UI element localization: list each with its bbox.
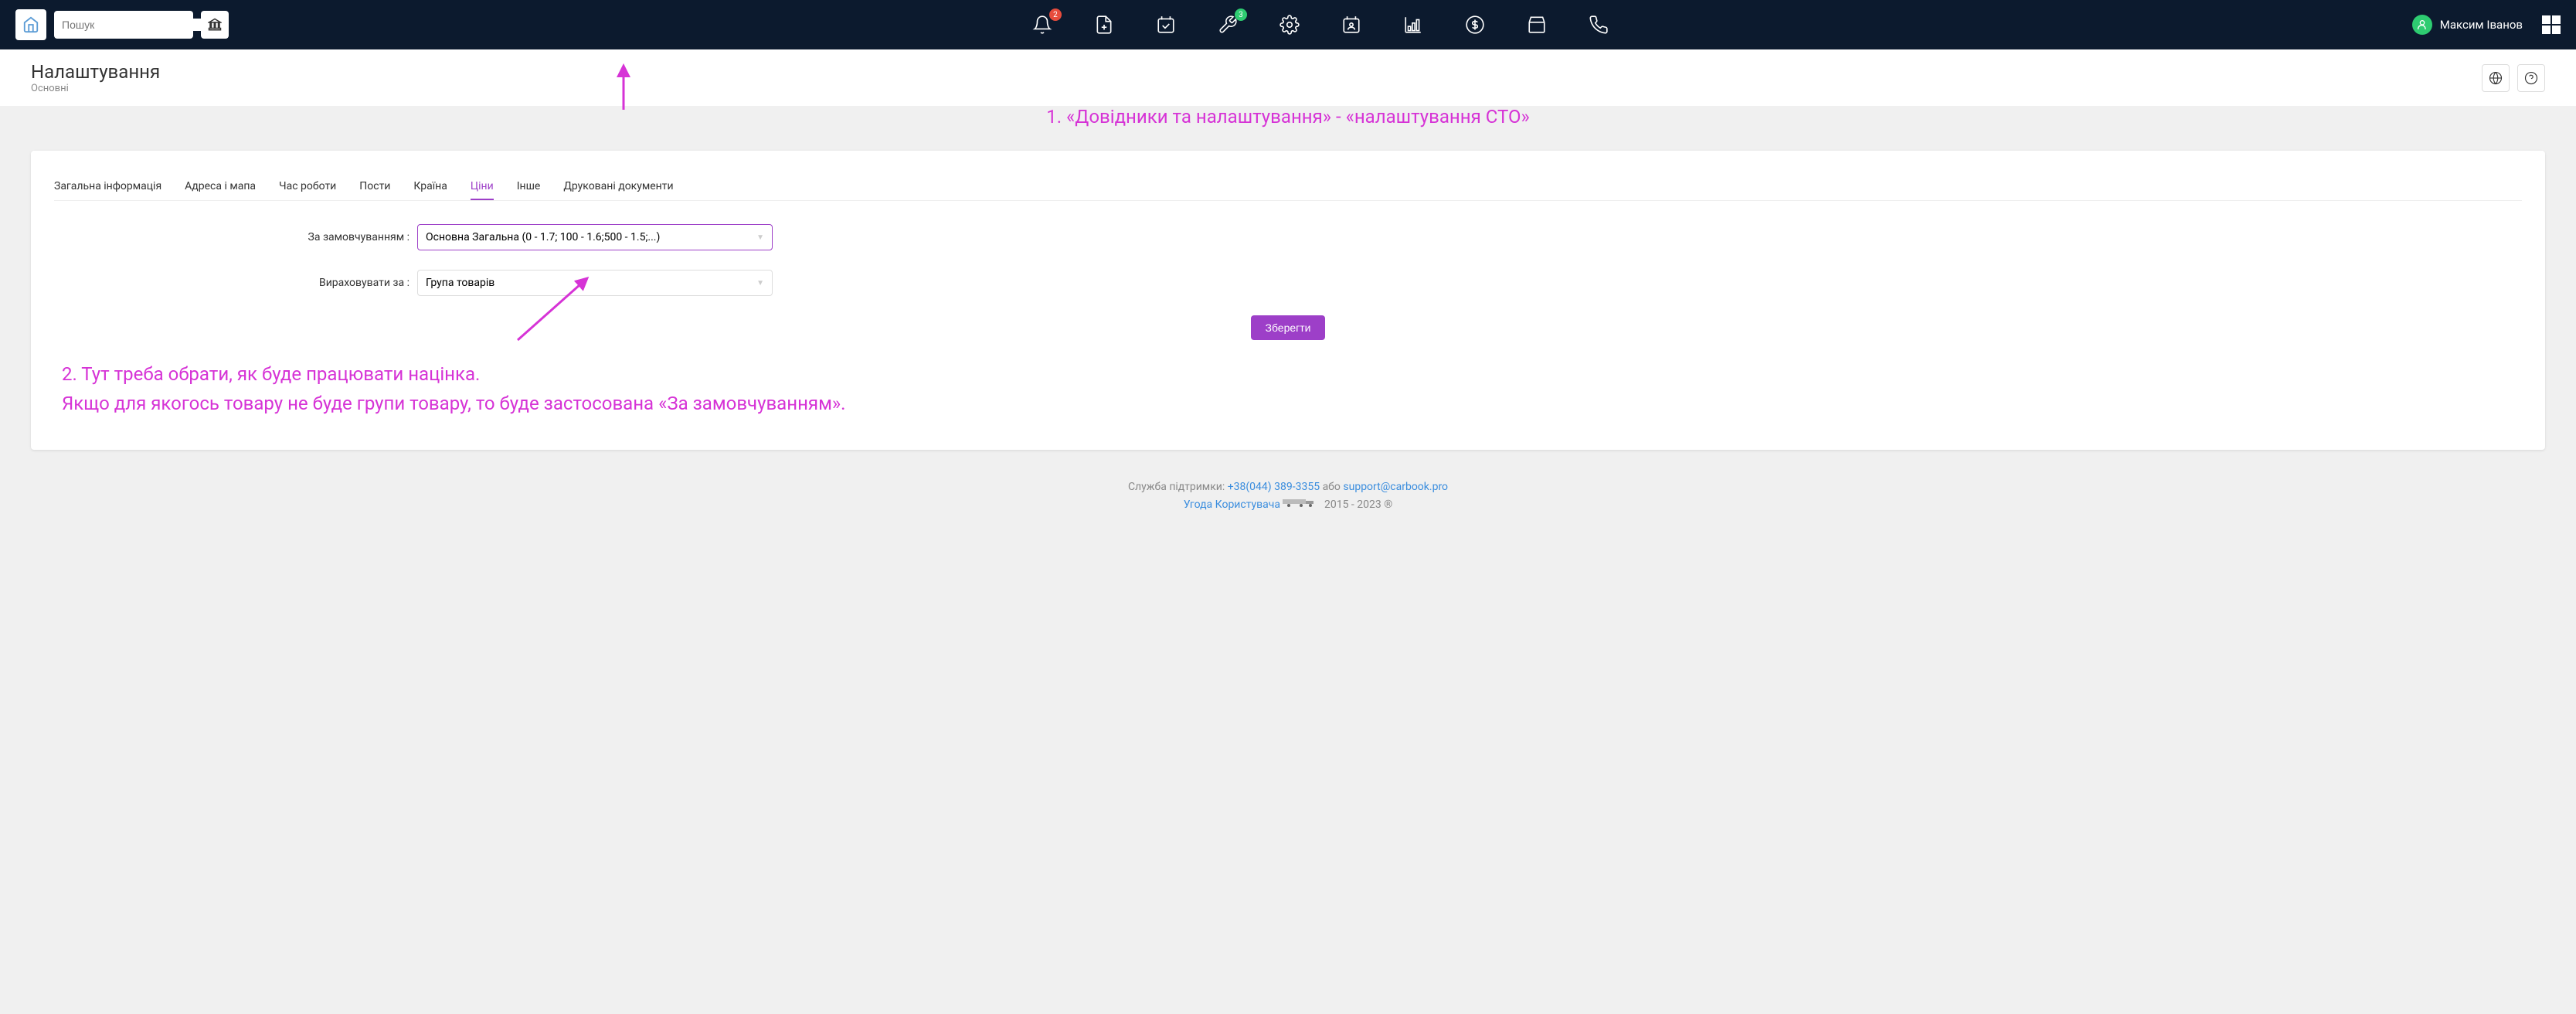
nav-shop[interactable] [1525, 13, 1548, 36]
main-card: Загальна інформація Адреса і мапа Час ро… [31, 151, 2545, 450]
tab-posts[interactable]: Пости [359, 174, 390, 200]
file-plus-icon [1094, 15, 1114, 35]
nav-settings[interactable] [1278, 13, 1301, 36]
nav-reports[interactable] [1402, 13, 1425, 36]
user-name: Максим Іванов [2440, 18, 2523, 32]
gear-icon [1280, 15, 1300, 35]
search-box[interactable] [54, 11, 193, 39]
subheader: Налаштування Основні [0, 49, 2576, 106]
annotation-arrow-2 [510, 271, 603, 348]
or-label: або [1323, 481, 1344, 493]
avatar [2412, 15, 2432, 35]
nav-icons: 2 3 [236, 13, 2404, 36]
nav-money[interactable] [1463, 13, 1487, 36]
home-icon [22, 16, 39, 33]
tab-other[interactable]: Інше [517, 174, 541, 200]
footer: Служба підтримки: +38(044) 389-3355 або … [0, 465, 2576, 526]
default-select-value: Основна Загальна (0 - 1.7; 100 - 1.6;500… [426, 231, 660, 243]
form-row-default: За замовчуванням Основна Загальна (0 - 1… [54, 224, 2522, 250]
calc-select-value: Група товарів [426, 277, 494, 289]
tab-prices[interactable]: Ціни [471, 174, 494, 200]
nav-new-doc[interactable] [1093, 13, 1116, 36]
help-button[interactable] [2517, 64, 2545, 92]
support-label: Служба підтримки: [1128, 481, 1228, 493]
tab-general[interactable]: Загальна інформація [54, 174, 161, 200]
bank-icon [208, 18, 222, 32]
tab-print[interactable]: Друковані документи [563, 174, 673, 200]
save-button[interactable]: Зберегти [1251, 315, 1324, 340]
dollar-icon [1465, 15, 1485, 35]
customer-calendar-icon [1341, 15, 1361, 35]
user-icon [2416, 19, 2428, 31]
support-email[interactable]: support@carbook.pro [1343, 481, 1448, 493]
bell-badge: 2 [1049, 9, 1062, 21]
home-button[interactable] [15, 9, 46, 40]
tab-country[interactable]: Країна [413, 174, 447, 200]
bank-button[interactable] [201, 11, 229, 39]
chevron-down-icon: ▼ [756, 233, 764, 242]
apps-button[interactable] [2542, 15, 2561, 34]
page-title: Налаштування [31, 61, 160, 83]
globe-button[interactable] [2482, 64, 2510, 92]
tab-hours[interactable]: Час роботи [279, 174, 336, 200]
search-input[interactable] [62, 19, 202, 31]
bell-icon [1032, 15, 1052, 35]
wrench-icon [1218, 15, 1238, 35]
page-subtitle: Основні [31, 83, 160, 94]
nav-wrench[interactable]: 3 [1216, 13, 1239, 36]
tab-address[interactable]: Адреса і мапа [185, 174, 256, 200]
phone-icon [1589, 15, 1609, 35]
form-row-calc: Вираховувати за Група товарів ▼ [54, 270, 2522, 296]
nav-customer[interactable] [1340, 13, 1363, 36]
annotation2-line2: Якщо для якогось товару не буде групи то… [62, 389, 2514, 418]
annotation-text-2: 2. Тут треба обрати, як буде працювати н… [54, 340, 2522, 427]
years-label: 2015 - 2023 ® [1324, 498, 1392, 511]
nav-bell[interactable]: 2 [1031, 13, 1054, 36]
wrench-badge: 3 [1235, 9, 1247, 21]
user-agreement-link[interactable]: Угода Користувача [1184, 498, 1280, 511]
truck-icon [1283, 498, 1324, 511]
user-section[interactable]: Максим Іванов [2412, 15, 2561, 35]
globe-icon [2489, 71, 2503, 85]
store-icon [1527, 15, 1547, 35]
annotation2-line1: 2. Тут треба обрати, як буде працювати н… [62, 359, 2514, 389]
calc-label: Вираховувати за [54, 277, 417, 289]
annotation-text-1: 1. «Довідники та налаштування» - «налашт… [0, 106, 2576, 135]
tabs-bar: Загальна інформація Адреса і мапа Час ро… [54, 174, 2522, 201]
chevron-down-icon: ▼ [756, 279, 764, 288]
nav-tasks[interactable] [1154, 13, 1178, 36]
annotation-arrow-1 [608, 60, 639, 114]
bar-chart-icon [1403, 15, 1423, 35]
help-icon [2524, 71, 2538, 85]
support-phone[interactable]: +38(044) 389-3355 [1228, 481, 1320, 493]
default-select[interactable]: Основна Загальна (0 - 1.7; 100 - 1.6;500… [417, 224, 773, 250]
top-navbar: 2 3 Макс [0, 0, 2576, 49]
default-label: За замовчуванням [54, 231, 417, 243]
calendar-check-icon [1156, 15, 1176, 35]
nav-phone[interactable] [1587, 13, 1610, 36]
